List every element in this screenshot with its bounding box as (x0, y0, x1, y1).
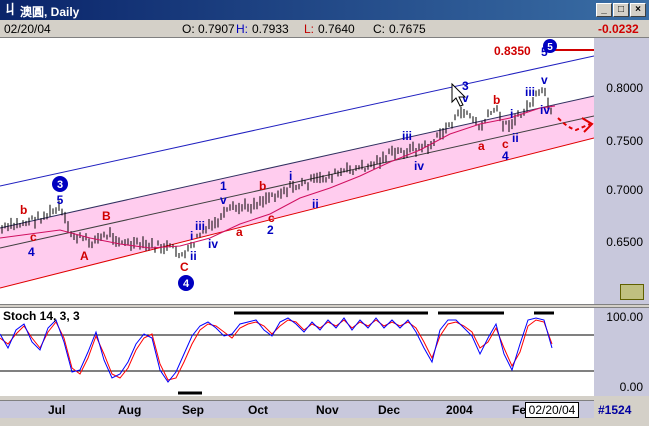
wave-v3-label: v (541, 73, 548, 87)
stoch-k-line (0, 317, 553, 383)
month-label-sep: Sep (182, 403, 205, 417)
wave-c1-label: c (30, 230, 37, 244)
wave-i3-label: i (510, 107, 513, 121)
wave-5a-label: 5 (57, 193, 64, 207)
high-label: H: (236, 22, 248, 36)
wave-1-label: 1 (220, 179, 227, 193)
open-value: 0.7907 (198, 22, 235, 36)
bar-date: 02/20/04 (4, 22, 51, 36)
bar-count: #1524 (598, 403, 632, 417)
stochastic-scale[interactable]: 100.00 0.00 (594, 308, 649, 396)
date-axis[interactable]: Jul Aug Sep Oct Nov Dec 2004 Fe (0, 400, 594, 418)
month-label-aug: Aug (118, 403, 142, 417)
wave-iii3-label: iii (525, 85, 535, 99)
wave-4-label: 4 (502, 149, 509, 163)
month-label-feb: Fe (512, 403, 527, 417)
wave-b2-label: b (259, 179, 266, 193)
window-titlebar: 丩 澳圓, Daily _ □ × (0, 0, 649, 20)
wave-ii1-label: ii (190, 249, 197, 263)
wave-iii2-label: iii (402, 129, 412, 143)
ohlc-infobar: 02/20/04 O: 0.7907 H: 0.7933 L: 0.7640 C… (0, 20, 649, 38)
wave-5-circle-label: 5 (547, 42, 553, 53)
price-tick-0800: 0.8000 (606, 81, 643, 95)
low-label: L: (304, 22, 315, 36)
low-value: 0.7640 (318, 22, 355, 36)
wave-B-label: B (102, 209, 111, 223)
wave-iv3-label: iv (540, 103, 550, 117)
mid-channel-line (0, 115, 595, 249)
last-price-marker (620, 284, 644, 300)
close-value: 0.7675 (389, 22, 426, 36)
target-price-label: 0.8350 (494, 44, 531, 58)
wave-i2-label: i (289, 169, 292, 183)
minimize-button[interactable]: _ (596, 3, 612, 17)
year-label-2004: 2004 (446, 403, 473, 417)
date-bar: Jul Aug Sep Oct Nov Dec 2004 Fe 02/20/04… (0, 396, 649, 426)
wave-b1-label: b (20, 203, 27, 217)
wave-iv1-label: iv (208, 237, 218, 251)
wave-v1-label: v (220, 193, 227, 207)
stoch-tick-100: 100.00 (606, 310, 643, 324)
wave-a3-label: a (478, 139, 485, 153)
month-label-oct: Oct (248, 403, 269, 417)
wave-C-label: C (180, 260, 189, 274)
high-value: 0.7933 (252, 22, 289, 36)
wave-ii3-label: ii (512, 131, 519, 145)
month-label-nov: Nov (316, 403, 339, 417)
wave-v2-label: v (462, 91, 469, 105)
price-scale[interactable]: 0.8350 0.8000 0.7500 0.7000 0.6500 (494, 38, 649, 304)
window-title: 澳圓, Daily (20, 5, 80, 19)
app-icon[interactable]: 丩 (4, 2, 18, 17)
stoch-tick-0: 0.00 (619, 380, 643, 394)
maximize-button[interactable]: □ (613, 3, 629, 17)
stochastic-title: Stoch 14, 3, 3 (3, 309, 80, 323)
wave-4a-label: 4 (28, 245, 35, 259)
channel-fill (0, 96, 594, 288)
wave-A-label: A (80, 249, 89, 263)
stochastic-panel[interactable]: Stoch 14, 3, 3 (0, 308, 594, 396)
wave-b3-label: b (493, 93, 500, 107)
change-value: -0.0232 (598, 22, 639, 36)
wave-iv2-label: iv (414, 159, 424, 173)
price-tick-0750: 0.7500 (606, 134, 643, 148)
price-chart-panel[interactable]: 3 5 b c 4 B A C 4 i ii iii iv v 1 a b c … (0, 38, 595, 304)
cursor-date-box: 02/20/04 (525, 402, 579, 418)
wave-4-circle-label: 4 (183, 278, 190, 290)
wave-iii1-label: iii (195, 219, 205, 233)
price-tick-0700: 0.7000 (606, 183, 643, 197)
stochastic-svg (0, 311, 594, 395)
wave-3-circle-label: 3 (57, 179, 63, 191)
close-button[interactable]: × (630, 3, 646, 17)
wave-i1-label: i (190, 229, 193, 243)
price-chart-svg: 3 5 b c 4 B A C 4 i ii iii iv v 1 a b c … (0, 39, 595, 291)
wave-ii2-label: ii (312, 197, 319, 211)
wave-a2-label: a (236, 225, 243, 239)
month-label-jul: Jul (48, 403, 66, 417)
open-label: O: (182, 22, 195, 36)
month-label-dec: Dec (378, 403, 401, 417)
wave-2-label: 2 (267, 223, 274, 237)
price-tick-0650: 0.6500 (606, 235, 643, 249)
close-label: C: (373, 22, 385, 36)
